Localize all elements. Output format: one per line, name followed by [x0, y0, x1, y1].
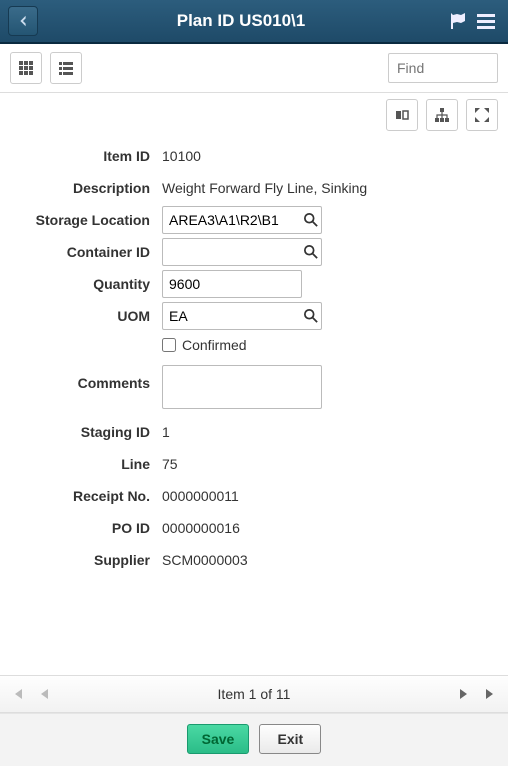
pager-last-button[interactable]	[484, 687, 498, 701]
storage-location-input[interactable]	[162, 206, 322, 234]
find-input[interactable]	[388, 53, 498, 83]
staging-id-label: Staging ID	[12, 424, 162, 440]
panel-split-button[interactable]	[386, 99, 418, 131]
comments-label: Comments	[12, 365, 162, 391]
search-icon	[304, 245, 318, 259]
item-id-label: Item ID	[12, 148, 162, 164]
container-id-input[interactable]	[162, 238, 322, 266]
pager-bar: Item 1 of 11	[0, 675, 508, 713]
supplier-label: Supplier	[12, 552, 162, 568]
menu-button[interactable]	[472, 10, 500, 32]
receipt-no-value: 0000000011	[162, 484, 239, 508]
search-icon	[304, 213, 318, 227]
description-label: Description	[12, 180, 162, 196]
uom-label: UOM	[12, 308, 162, 324]
expand-icon	[474, 107, 490, 123]
pager-text: Item 1 of 11	[64, 686, 444, 702]
footer-bar: Save Exit	[0, 713, 508, 766]
panel-split-icon	[394, 107, 410, 123]
chevron-left-icon	[38, 687, 50, 701]
description-value: Weight Forward Fly Line, Sinking	[162, 176, 367, 200]
detail-form-2: Comments Staging ID 1 Line 75 Receipt No…	[0, 363, 508, 575]
expand-button[interactable]	[466, 99, 498, 131]
line-label: Line	[12, 456, 162, 472]
grid-view-button[interactable]	[10, 52, 42, 84]
sitemap-icon	[434, 107, 450, 123]
page-title: Plan ID US010\1	[38, 11, 444, 31]
confirmed-checkbox[interactable]	[162, 338, 176, 352]
grid-icon	[18, 60, 34, 76]
chevron-right-icon	[458, 687, 470, 701]
confirmed-label: Confirmed	[182, 337, 247, 353]
title-bar: Plan ID US010\1	[0, 0, 508, 44]
uom-input[interactable]	[162, 302, 322, 330]
detail-form: Item ID 10100 Description Weight Forward…	[0, 141, 508, 331]
storage-lookup-button[interactable]	[304, 213, 318, 227]
view-toolbar	[0, 44, 508, 93]
comments-input[interactable]	[162, 365, 322, 409]
sitemap-button[interactable]	[426, 99, 458, 131]
search-icon	[304, 309, 318, 323]
po-id-label: PO ID	[12, 520, 162, 536]
hamburger-icon	[475, 10, 497, 32]
skip-last-icon	[484, 687, 498, 701]
container-lookup-button[interactable]	[304, 245, 318, 259]
flag-icon	[448, 11, 468, 31]
chevron-left-icon	[16, 14, 30, 28]
item-id-value: 10100	[162, 144, 201, 168]
po-id-value: 0000000016	[162, 516, 240, 540]
flag-button[interactable]	[444, 11, 472, 31]
quantity-input[interactable]	[162, 270, 302, 298]
staging-id-value: 1	[162, 420, 170, 444]
back-button[interactable]	[8, 6, 38, 36]
line-value: 75	[162, 452, 178, 476]
pager-first-button[interactable]	[10, 687, 24, 701]
list-icon	[58, 60, 74, 76]
list-view-button[interactable]	[50, 52, 82, 84]
storage-location-label: Storage Location	[12, 212, 162, 228]
supplier-value: SCM0000003	[162, 548, 248, 572]
skip-first-icon	[10, 687, 24, 701]
secondary-toolbar	[0, 93, 508, 141]
pager-prev-button[interactable]	[38, 687, 50, 701]
uom-lookup-button[interactable]	[304, 309, 318, 323]
container-id-label: Container ID	[12, 244, 162, 260]
receipt-no-label: Receipt No.	[12, 488, 162, 504]
pager-next-button[interactable]	[458, 687, 470, 701]
quantity-label: Quantity	[12, 276, 162, 292]
save-button[interactable]: Save	[187, 724, 250, 754]
exit-button[interactable]: Exit	[259, 724, 321, 754]
